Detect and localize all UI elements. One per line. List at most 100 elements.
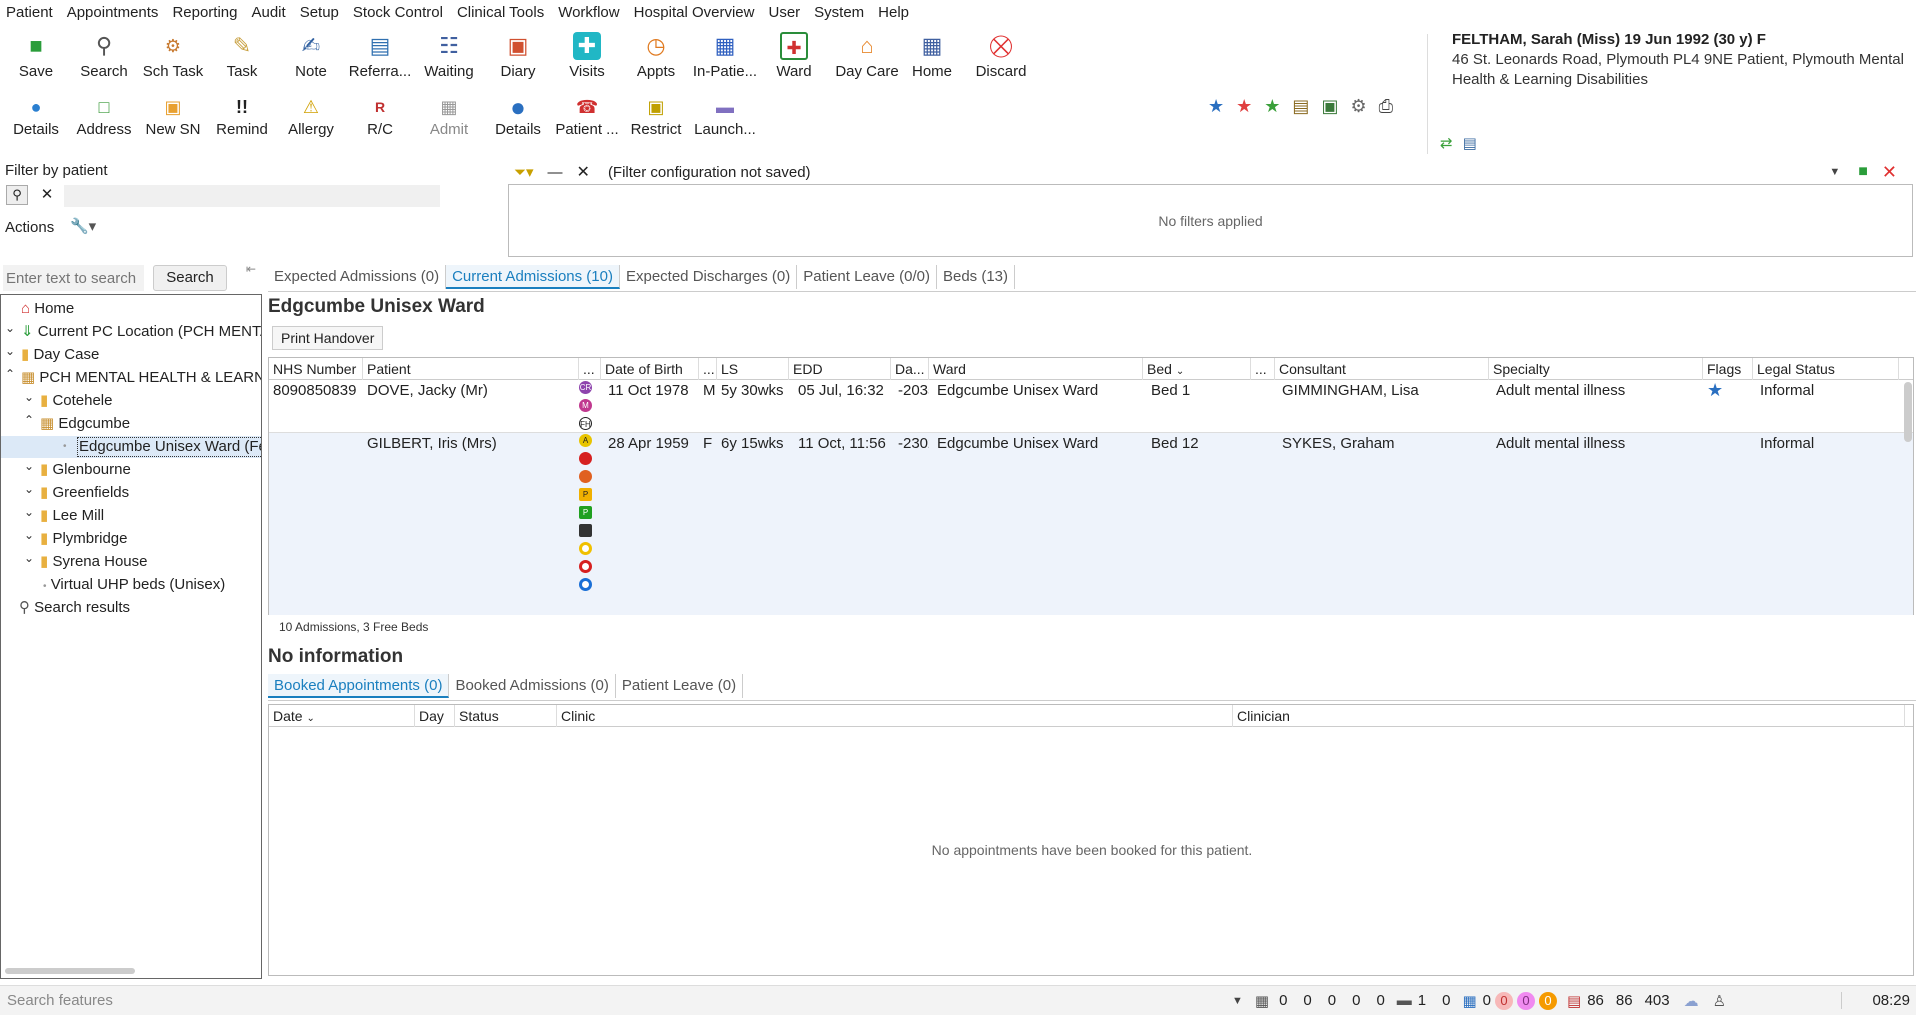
col-dob[interactable]: Date of Birth bbox=[601, 358, 699, 380]
col-ward[interactable]: Ward bbox=[929, 358, 1143, 380]
tab-patient-leave[interactable]: Patient Leave (0/0) bbox=[797, 265, 937, 289]
visits-button[interactable]: ✚ Visits bbox=[551, 32, 623, 80]
col-da[interactable]: Da... bbox=[891, 358, 929, 380]
print-icon[interactable]: ⎙ bbox=[1379, 96, 1393, 117]
waiting-button[interactable]: ☷ Waiting bbox=[413, 32, 485, 80]
tree-horizontal-scrollbar[interactable] bbox=[5, 968, 135, 974]
admit-button[interactable]: ▦ Admit bbox=[413, 96, 485, 138]
menu-user[interactable]: User bbox=[768, 4, 800, 21]
filter-icon[interactable]: ⏷▾ bbox=[514, 163, 534, 181]
restrict-button[interactable]: ▣ Restrict bbox=[620, 96, 692, 138]
rc-button[interactable]: R R/C bbox=[344, 96, 416, 138]
chevron-up-icon[interactable]: ⌃ bbox=[23, 413, 35, 427]
diary-button[interactable]: ▣ Diary bbox=[482, 32, 554, 80]
menu-patient[interactable]: Patient bbox=[6, 4, 53, 21]
menu-audit[interactable]: Audit bbox=[251, 4, 285, 21]
col-nhs-number[interactable]: NHS Number bbox=[269, 358, 363, 380]
tray-icon[interactable]: ▣ bbox=[1321, 96, 1338, 117]
col-specialty[interactable]: Specialty bbox=[1489, 358, 1703, 380]
tab-current-admissions[interactable]: Current Admissions (10) bbox=[446, 265, 620, 289]
tree-item-current-location[interactable]: ⇓ Current PC Location (PCH MENTAL bbox=[21, 321, 261, 343]
col-bed[interactable]: Bed ⌄ bbox=[1143, 358, 1251, 380]
chevron-down-icon[interactable]: ⌄ bbox=[23, 459, 35, 473]
green-star-icon[interactable]: ★ bbox=[1264, 96, 1280, 117]
tree-item-greenfields[interactable]: ▮ Greenfields bbox=[40, 482, 129, 504]
col-legal-status[interactable]: Legal Status bbox=[1753, 358, 1899, 380]
appts-button[interactable]: ◷ Appts bbox=[620, 32, 692, 80]
chevron-down-icon[interactable]: ▼ bbox=[1829, 166, 1840, 178]
menu-help[interactable]: Help bbox=[878, 4, 909, 21]
chevron-down-icon[interactable]: ⌄ bbox=[23, 505, 35, 519]
col-flags[interactable]: Flags bbox=[1703, 358, 1753, 380]
tree-item-search-results[interactable]: ⚲ Search results bbox=[19, 597, 130, 619]
table-row[interactable]: 8090850839 DOVE, Jacky (Mr) CR M FH 11 O… bbox=[269, 380, 1913, 433]
tree-item-plymbridge[interactable]: ▮ Plymbridge bbox=[40, 528, 127, 550]
chevron-down-icon[interactable]: ⌄ bbox=[23, 390, 35, 404]
tab-booked-appointments[interactable]: Booked Appointments (0) bbox=[268, 674, 450, 698]
chevron-down-icon[interactable]: ⌄ bbox=[4, 321, 16, 335]
menu-setup[interactable]: Setup bbox=[300, 4, 339, 21]
launch-button[interactable]: ▬ Launch... bbox=[689, 96, 761, 138]
menu-hospital-overview[interactable]: Hospital Overview bbox=[634, 4, 755, 21]
chevron-down-icon[interactable]: ⌄ bbox=[23, 528, 35, 542]
col-ls[interactable]: LS bbox=[717, 358, 789, 380]
tree-item-syrena-house[interactable]: ▮ Syrena House bbox=[40, 551, 148, 573]
menu-clinical-tools[interactable]: Clinical Tools bbox=[457, 4, 544, 21]
col-patient[interactable]: Patient bbox=[363, 358, 579, 380]
minimize-icon[interactable]: — bbox=[548, 164, 563, 181]
save-button[interactable]: ■ Save bbox=[0, 32, 72, 80]
tab-expected-discharges[interactable]: Expected Discharges (0) bbox=[620, 265, 798, 289]
chevron-down-icon[interactable]: ⌄ bbox=[23, 551, 35, 565]
note-button[interactable]: ✍ Note bbox=[275, 32, 347, 80]
menu-reporting[interactable]: Reporting bbox=[172, 4, 237, 21]
day-care-button[interactable]: ⌂ Day Care bbox=[827, 32, 907, 80]
patient-contact-button[interactable]: ☎ Patient ... bbox=[551, 96, 623, 138]
tab-beds[interactable]: Beds (13) bbox=[937, 265, 1016, 289]
table-vertical-scrollbar[interactable] bbox=[1904, 382, 1912, 442]
menu-stock-control[interactable]: Stock Control bbox=[353, 4, 443, 21]
menu-system[interactable]: System bbox=[814, 4, 864, 21]
col-sex[interactable]: ... bbox=[699, 358, 717, 380]
status-pill-magenta[interactable]: 0 bbox=[1517, 991, 1536, 1010]
discard-button[interactable]: ⛒ Discard bbox=[965, 32, 1037, 80]
home-button[interactable]: ▦ Home bbox=[896, 32, 968, 80]
col-day[interactable]: Day bbox=[415, 705, 455, 727]
task-button[interactable]: ✎ Task bbox=[206, 32, 278, 80]
col-edd[interactable]: EDD bbox=[789, 358, 891, 380]
status-pill-pink[interactable]: 0 bbox=[1495, 991, 1514, 1010]
sch-task-button[interactable]: ⚙ Sch Task bbox=[137, 32, 209, 80]
col-clinician[interactable]: Clinician bbox=[1233, 705, 1905, 727]
tree-item-glenbourne[interactable]: ▮ Glenbourne bbox=[40, 459, 131, 481]
tree-item-edgcumbe[interactable]: ▦ Edgcumbe bbox=[40, 413, 130, 435]
delete-filter-icon[interactable]: ✕ bbox=[1882, 162, 1897, 183]
chevron-down-icon[interactable]: ▼ bbox=[1232, 995, 1243, 1007]
menu-appointments[interactable]: Appointments bbox=[67, 4, 159, 21]
chevron-down-icon[interactable]: ⌄ bbox=[4, 344, 16, 358]
patient-filter-field[interactable] bbox=[64, 185, 440, 207]
ward-button[interactable]: ✚ Ward bbox=[758, 32, 830, 80]
gear-printer-icon[interactable]: ⚙ bbox=[1350, 96, 1366, 117]
search-button[interactable]: ⚲ Search bbox=[68, 32, 140, 80]
clear-filter-icon[interactable]: ✕ bbox=[577, 162, 590, 182]
search-button[interactable]: Search bbox=[153, 265, 227, 291]
patient-banner[interactable]: FELTHAM, Sarah (Miss) 19 Jun 1992 (30 y)… bbox=[1452, 30, 1912, 90]
col-flags-icons[interactable]: ... bbox=[579, 358, 601, 380]
tab-expected-admissions[interactable]: Expected Admissions (0) bbox=[268, 265, 447, 289]
tree-item-day-case[interactable]: ▮ Day Case bbox=[21, 344, 99, 366]
clear-patient-button[interactable]: ✕ bbox=[36, 185, 58, 205]
chevron-down-icon[interactable]: ⌄ bbox=[23, 482, 35, 496]
status-pill-orange[interactable]: 0 bbox=[1539, 991, 1558, 1010]
tree-item-cotehele[interactable]: ▮ Cotehele bbox=[40, 390, 112, 412]
pin-icon[interactable]: ⇤ bbox=[246, 262, 256, 276]
sync-icon[interactable]: ⇄ bbox=[1440, 134, 1453, 152]
tree-item-edgcumbe-unisex-ward[interactable]: • Edgcumbe Unisex Ward (Fem bbox=[1, 436, 261, 458]
filter-config-select[interactable]: (Filter configuration not saved) bbox=[608, 164, 1829, 181]
table-row[interactable]: GILBERT, Iris (Mrs) A P P 28 Apr 1959 F … bbox=[269, 433, 1913, 615]
circle-details-button[interactable]: ● Details bbox=[482, 96, 554, 138]
user-icon[interactable]: ♙ bbox=[1713, 992, 1726, 1010]
feature-search-input[interactable]: Search features bbox=[7, 992, 1232, 1009]
referral-button[interactable]: ▤ Referra... bbox=[344, 32, 416, 80]
tab-booked-admissions[interactable]: Booked Admissions (0) bbox=[449, 674, 616, 698]
new-sn-button[interactable]: ▣ New SN bbox=[137, 96, 209, 138]
address-button[interactable]: □ Address bbox=[68, 96, 140, 138]
